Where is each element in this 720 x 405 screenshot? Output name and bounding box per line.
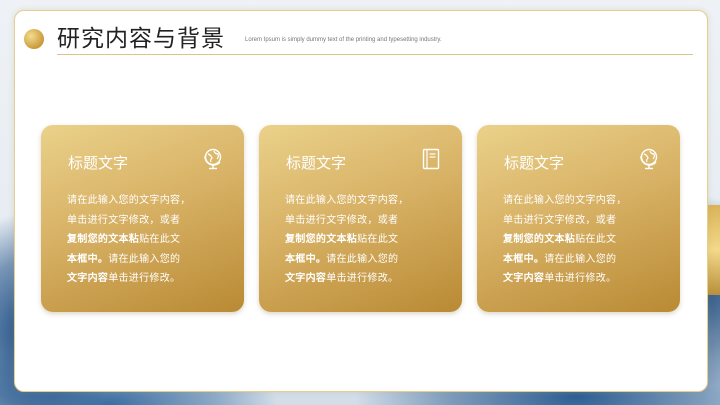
slide-title: 研究内容与背景 bbox=[57, 26, 225, 52]
card-bold-text: 本框中。 bbox=[503, 253, 545, 265]
card-text-line: 单击进行修改。 bbox=[326, 273, 399, 284]
card-bold-text: 复制您的文本粘 bbox=[285, 234, 358, 245]
slide-subtitle: Lorem Ipsum is simply dummy text of the … bbox=[245, 37, 442, 43]
card-title: 标题文字 bbox=[68, 154, 129, 172]
card-text-line: 请在此输入您的文字内容， bbox=[503, 195, 627, 206]
card-text-line: 贴在此文 bbox=[357, 234, 399, 245]
card-text-line: 贴在此文 bbox=[139, 234, 181, 245]
gold-accent-streak bbox=[706, 205, 720, 295]
feature-card-1: 标题文字 请在此输入您的文字内容， 单击进行文字修改，或者 复制您的文本粘贴在此… bbox=[41, 125, 244, 312]
card-text-line: 单击进行文字修改，或者 bbox=[67, 214, 181, 226]
card-text-line: 请在此输入您的文字内容， bbox=[285, 195, 409, 206]
card-text-line: 请在此输入您的 bbox=[108, 253, 181, 265]
feature-card-3: 标题文字 请在此输入您的文字内容， 单击进行文字修改，或者 复制您的文本粘贴在此… bbox=[477, 125, 680, 312]
feature-card-2: 标题文字 请在此输入您的文字内容， 单击进行文字修改，或者 复制您的文本粘贴在此… bbox=[259, 125, 462, 312]
card-title: 标题文字 bbox=[504, 154, 565, 172]
card-body-text: 请在此输入您的文字内容， 单击进行文字修改，或者 复制您的文本粘贴在此文 本框中… bbox=[285, 191, 450, 289]
title-divider bbox=[57, 54, 693, 55]
card-text-line: 单击进行修改。 bbox=[108, 273, 181, 284]
card-text-line: 请在此输入您的 bbox=[326, 253, 399, 265]
card-text-line: 单击进行文字修改，或者 bbox=[503, 214, 617, 226]
card-body-text: 请在此输入您的文字内容， 单击进行文字修改，或者 复制您的文本粘贴在此文 本框中… bbox=[503, 191, 668, 289]
card-body-text: 请在此输入您的文字内容， 单击进行文字修改，或者 复制您的文本粘贴在此文 本框中… bbox=[67, 191, 232, 289]
book-icon bbox=[422, 148, 440, 170]
card-text-line: 请在此输入您的 bbox=[544, 253, 617, 265]
globe-icon bbox=[204, 148, 222, 170]
card-bold-text: 文字内容 bbox=[67, 273, 109, 284]
card-bold-text: 本框中。 bbox=[67, 253, 109, 265]
globe-icon bbox=[640, 148, 658, 170]
card-bold-text: 复制您的文本粘 bbox=[67, 234, 140, 245]
card-bold-text: 复制您的文本粘 bbox=[503, 234, 576, 245]
card-title: 标题文字 bbox=[286, 154, 347, 172]
card-text-line: 贴在此文 bbox=[575, 234, 617, 245]
card-text-line: 请在此输入您的文字内容， bbox=[67, 195, 191, 206]
card-bold-text: 本框中。 bbox=[285, 253, 327, 265]
gold-bullet-icon bbox=[24, 29, 44, 49]
card-text-line: 单击进行文字修改，或者 bbox=[285, 214, 399, 226]
card-bold-text: 文字内容 bbox=[285, 273, 327, 284]
card-bold-text: 文字内容 bbox=[503, 273, 545, 284]
card-text-line: 单击进行修改。 bbox=[544, 273, 617, 284]
